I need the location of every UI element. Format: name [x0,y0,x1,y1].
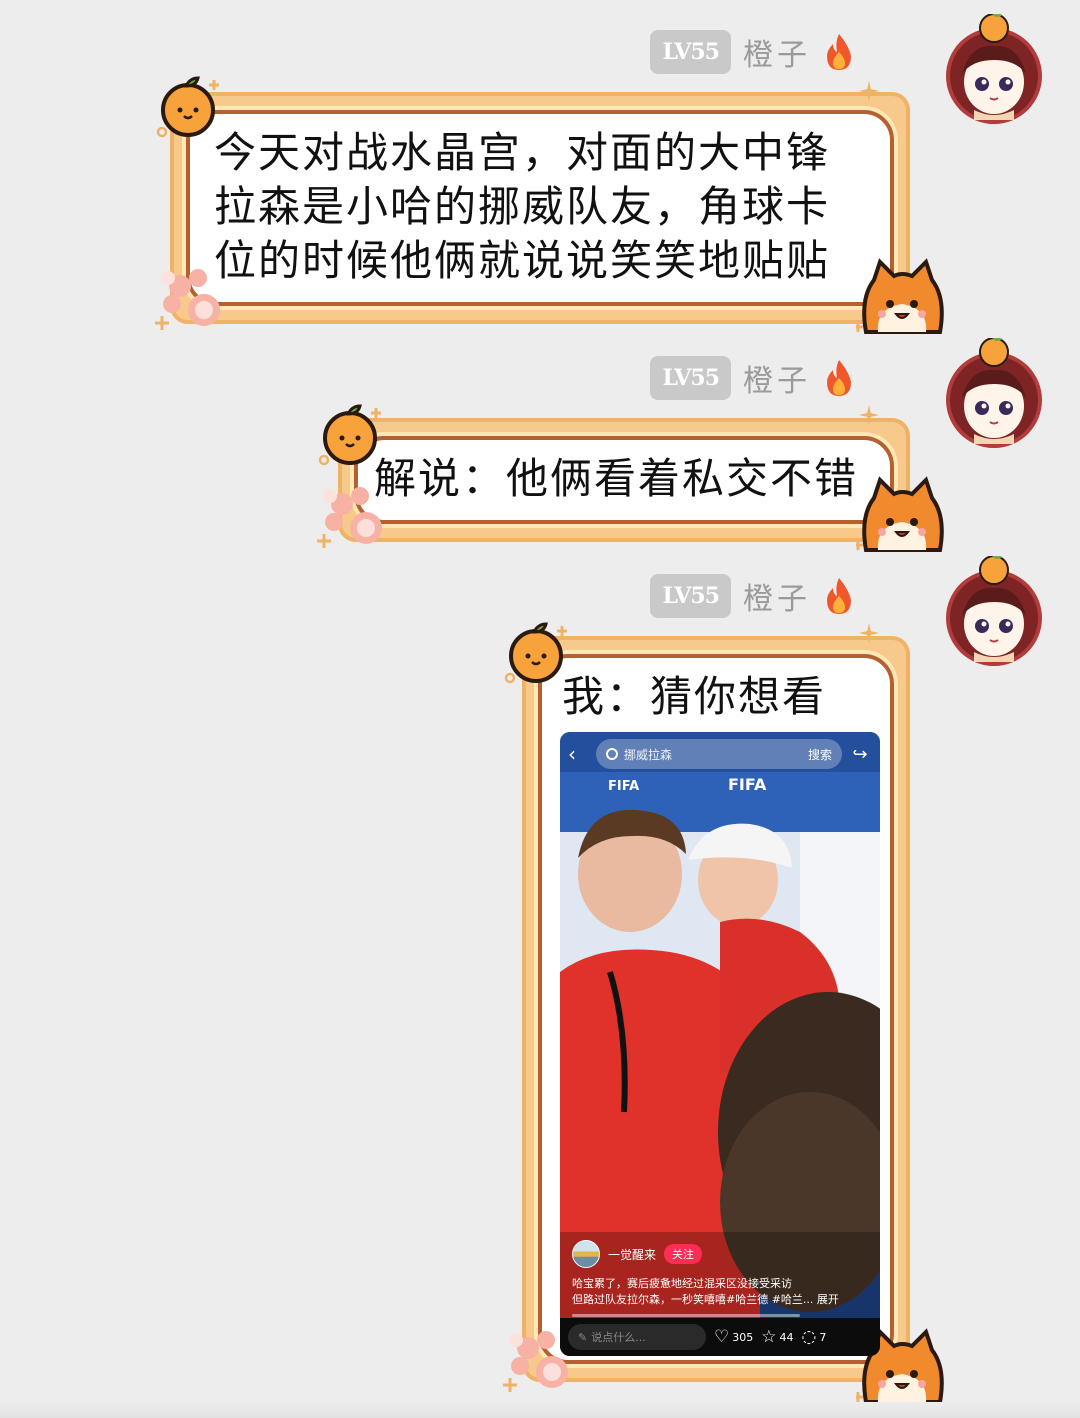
level-badge: LV55 [650,574,731,618]
flame-icon [823,32,855,72]
message-text: 我：猜你想看 [562,672,827,721]
back-icon[interactable]: ‹ [568,742,590,766]
video-top-bar: ‹ 挪威拉森 搜索 ↪ [560,732,880,776]
level-badge: LV55 [650,30,731,74]
orange-icon [156,74,226,138]
username[interactable]: 橙子 [743,574,811,618]
fox-icon [856,474,946,554]
author-name[interactable]: 一觉醒来 [608,1246,656,1263]
comment-input[interactable]: ✎ 说点什么... [568,1324,706,1350]
search-input[interactable]: 挪威拉森 搜索 [596,739,842,769]
orange-icon [318,402,388,466]
follow-button[interactable]: 关注 [664,1244,703,1264]
avatar[interactable] [940,556,1048,668]
paw-icon [314,482,394,552]
backdrop-text: FIFA [728,775,767,794]
video-bottom-bar: ✎ 说点什么... ♡ 305 ☆ 44 ◌ 7 [560,1318,880,1356]
message-text: 今天对战水晶宫，对面的大中锋 拉森是小哈的挪威队友，角球卡 位的时候他俩就说说笑… [214,128,831,285]
like-button[interactable]: ♡ 305 [714,1327,753,1347]
orange-icon [504,620,574,684]
author-row: 一觉醒来 关注 [572,1240,703,1268]
author-avatar[interactable] [572,1240,600,1268]
pencil-icon: ✎ [578,1330,588,1344]
username[interactable]: 橙子 [743,30,811,74]
paw-icon [152,264,232,334]
sparkle-icon [858,80,880,102]
comment-button[interactable]: ◌ 7 [802,1327,827,1347]
share-icon[interactable]: ↪ [848,744,872,765]
username[interactable]: 橙子 [743,356,811,400]
avatar[interactable] [940,338,1048,450]
avatar[interactable] [940,14,1048,126]
flame-icon [823,576,855,616]
flame-icon [823,358,855,398]
fox-icon [856,256,946,336]
bottom-edge [0,1402,1080,1418]
video-screenshot[interactable]: FIFA FIFA ‹ 挪威拉森 搜索 ↪ 一觉醒来 关注 哈宝累了，赛后疲惫地… [560,732,880,1356]
search-icon [606,748,618,760]
favorite-button[interactable]: ☆ 44 [761,1327,793,1347]
backdrop-text: FIFA [608,779,639,794]
search-button[interactable]: 搜索 [808,746,832,763]
star-icon: ☆ [761,1327,777,1347]
heart-icon: ♡ [714,1327,730,1347]
sparkle-icon [858,404,880,426]
message-bubble[interactable]: 今天对战水晶宫，对面的大中锋 拉森是小哈的挪威队友，角球卡 位的时候他俩就说说笑… [170,92,910,324]
message-header: LV55 橙子 [650,574,855,618]
video-progress-bar[interactable] [572,1314,800,1317]
video-caption: 哈宝累了，赛后疲惫地经过混采区没接受采访 但路过队友拉尔森，一秒笑嘻嘻#哈兰德 … [572,1277,839,1306]
search-placeholder: 挪威拉森 [624,747,673,762]
message-bubble[interactable]: 解说：他俩看着私交不错 [338,418,910,542]
message-header: LV55 橙子 [650,356,855,400]
message-header: LV55 橙子 [650,30,855,74]
sparkle-icon [858,622,880,644]
comment-icon: ◌ [801,1327,817,1347]
message-text: 解说：他俩看着私交不错 [374,454,859,503]
level-badge: LV55 [650,356,731,400]
